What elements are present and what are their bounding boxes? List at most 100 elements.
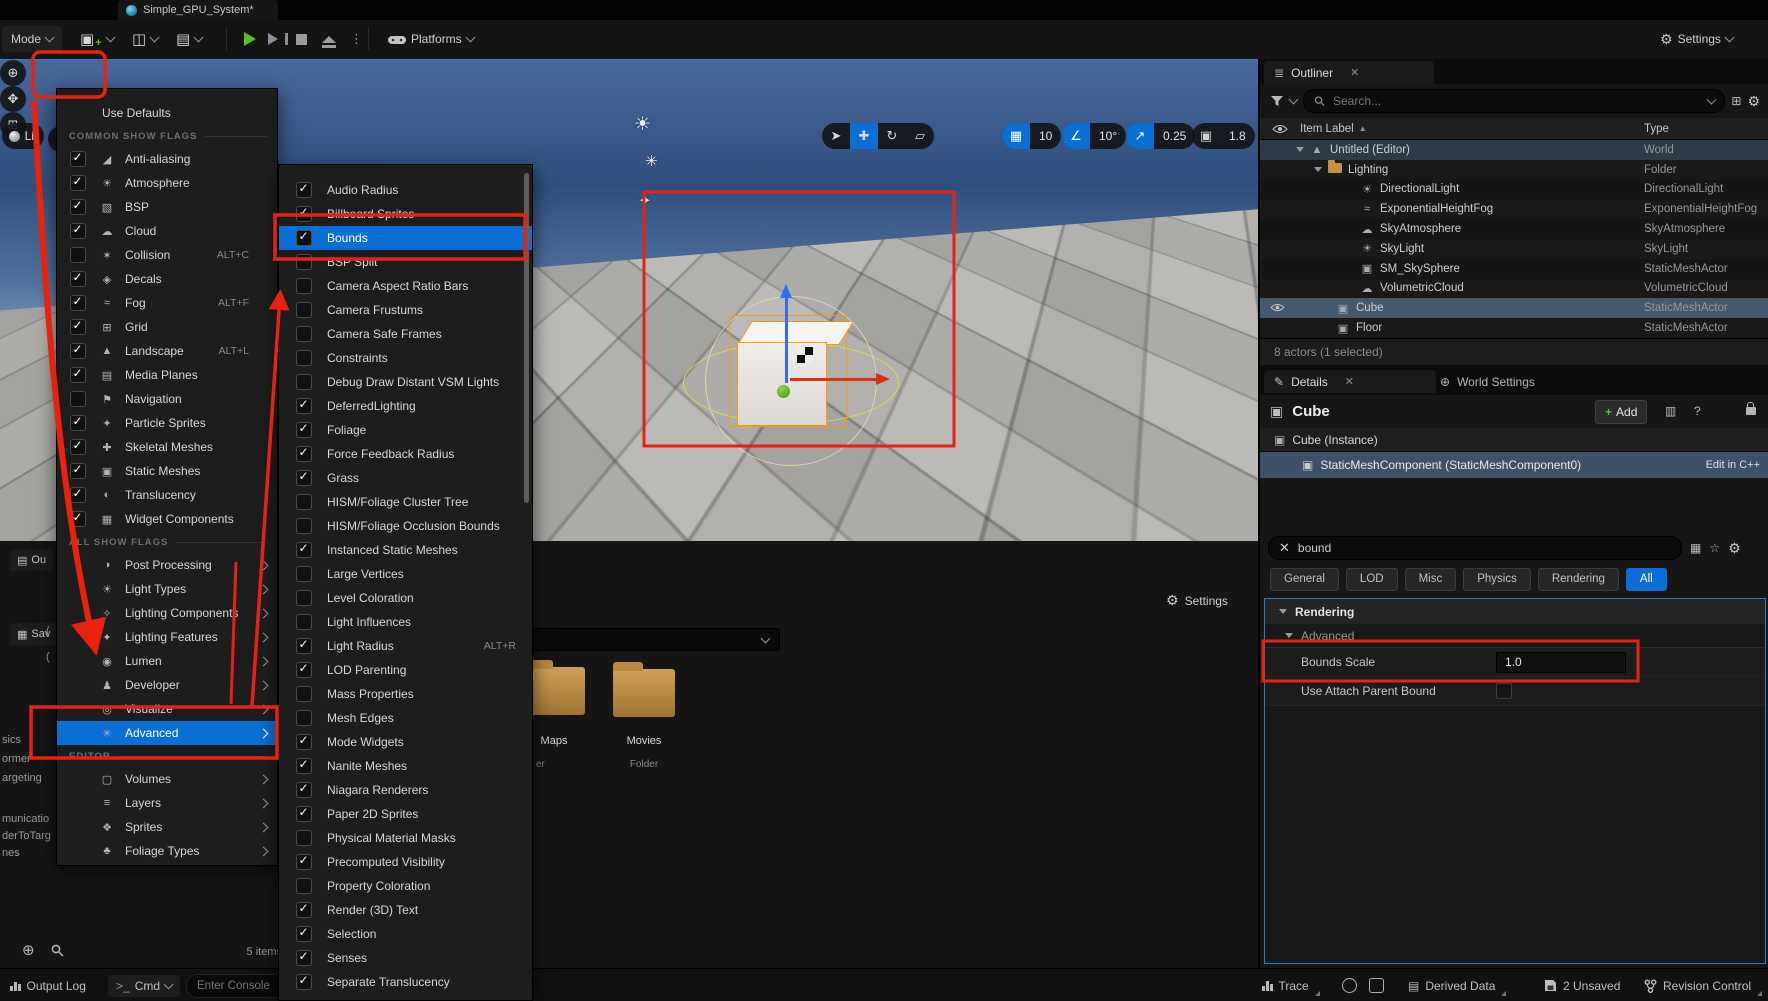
- snapshot-icon[interactable]: [1369, 978, 1384, 993]
- show-flag-category[interactable]: ✳ Advanced: [57, 721, 277, 745]
- show-flag-item[interactable]: ▲ Landscape ALT+L: [57, 339, 277, 363]
- move-tool-button[interactable]: ✚: [850, 123, 878, 149]
- show-flag-item[interactable]: ▧ BSP: [57, 195, 277, 219]
- platforms-dropdown[interactable]: Platforms: [388, 26, 474, 52]
- outliner-row[interactable]: ☀ DirectionalLight DirectionalLight: [1260, 180, 1768, 200]
- checkbox[interactable]: [70, 271, 86, 287]
- scale-snap-control[interactable]: ↗ 0.25: [1126, 123, 1195, 149]
- checkbox[interactable]: [70, 319, 86, 335]
- checkbox[interactable]: [296, 806, 312, 822]
- show-flag-category[interactable]: ♣ Foliage Types: [57, 839, 277, 863]
- rotate-tool-button[interactable]: ↻: [878, 123, 906, 149]
- checkbox[interactable]: [70, 487, 86, 503]
- checkbox[interactable]: [296, 206, 312, 222]
- show-flag-category[interactable]: ✦ Lighting Features: [57, 625, 277, 649]
- frame-skip-button[interactable]: [268, 26, 288, 52]
- rotation-snap-control[interactable]: ∠ 10°: [1062, 123, 1126, 149]
- level-tab[interactable]: Simple_GPU_System*: [118, 0, 278, 20]
- show-flag-item[interactable]: ≈ Fog ALT+F: [57, 291, 277, 315]
- advanced-flag-item[interactable]: Bounds: [279, 226, 532, 250]
- rendering-section-header[interactable]: Rendering: [1265, 599, 1765, 624]
- filter-tab[interactable]: General: [1270, 568, 1339, 591]
- select-tool-button[interactable]: ➤: [822, 123, 850, 149]
- checkbox[interactable]: [296, 950, 312, 966]
- advanced-flag-item[interactable]: Nanite Meshes: [279, 754, 532, 778]
- advanced-flag-item[interactable]: Camera Frustums: [279, 298, 532, 322]
- checkbox[interactable]: [296, 446, 312, 462]
- checkbox[interactable]: [296, 686, 312, 702]
- filter-tab[interactable]: Physics: [1463, 568, 1531, 591]
- checkbox[interactable]: [296, 470, 312, 486]
- attach-parent-bound-checkbox[interactable]: [1496, 683, 1512, 699]
- show-flag-item[interactable]: ☁ Cloud: [57, 219, 277, 243]
- checkbox[interactable]: [70, 199, 86, 215]
- advanced-flag-item[interactable]: Level Coloration: [279, 586, 532, 610]
- show-flag-category[interactable]: ◉ Lumen: [57, 649, 277, 673]
- stop-button[interactable]: [296, 26, 307, 52]
- advanced-flag-item[interactable]: Instanced Static Meshes: [279, 538, 532, 562]
- advanced-flag-item[interactable]: Senses: [279, 946, 532, 970]
- show-flag-item[interactable]: ✶ Collision ALT+C: [57, 243, 277, 267]
- checkbox[interactable]: [70, 463, 86, 479]
- advanced-flag-item[interactable]: LOD Parenting: [279, 658, 532, 682]
- checkbox[interactable]: [296, 374, 312, 390]
- outliner-row[interactable]: ☁ SkyAtmosphere SkyAtmosphere: [1260, 219, 1768, 239]
- settings-dropdown[interactable]: ⚙ Settings: [1660, 26, 1733, 52]
- advanced-flag-item[interactable]: Render (3D) Text: [279, 898, 532, 922]
- advanced-flag-item[interactable]: DeferredLighting: [279, 394, 532, 418]
- cmd-dropdown[interactable]: >_ Cmd: [108, 969, 180, 1001]
- outliner-row[interactable]: ☁ VolumetricCloud VolumetricCloud: [1260, 279, 1768, 299]
- show-flag-category[interactable]: ▢ Volumes: [57, 767, 277, 791]
- checkbox[interactable]: [296, 758, 312, 774]
- advanced-flag-item[interactable]: Mesh Edges: [279, 706, 532, 730]
- gear-icon[interactable]: ⚙: [1728, 540, 1741, 557]
- checkbox[interactable]: [296, 926, 312, 942]
- expand-arrow-icon[interactable]: [1314, 167, 1322, 172]
- advanced-flag-item[interactable]: HISM/Foliage Occlusion Bounds: [279, 514, 532, 538]
- advanced-flag-item[interactable]: Camera Safe Frames: [279, 322, 532, 346]
- checkbox[interactable]: [296, 782, 312, 798]
- checkbox[interactable]: [296, 638, 312, 654]
- tab-details[interactable]: ✎ Details ✕: [1264, 370, 1436, 393]
- show-flag-item[interactable]: ✦ Particle Sprites: [57, 411, 277, 435]
- advanced-flag-item[interactable]: Light Radius ALT+R: [279, 634, 532, 658]
- checkbox[interactable]: [70, 439, 86, 455]
- advanced-flag-item[interactable]: Light Influences: [279, 610, 532, 634]
- unsaved-button[interactable]: 2 Unsaved: [1544, 969, 1620, 1001]
- outliner-row[interactable]: ▣ Cube StaticMeshActor: [1260, 298, 1768, 318]
- checkbox[interactable]: [296, 542, 312, 558]
- advanced-flag-item[interactable]: Physical Material Masks: [279, 826, 532, 850]
- advanced-flag-item[interactable]: Audio Radius: [279, 178, 532, 202]
- mode-dropdown[interactable]: Mode: [2, 26, 62, 52]
- checkbox[interactable]: [296, 278, 312, 294]
- advanced-flag-item[interactable]: Large Vertices: [279, 562, 532, 586]
- filter-icon[interactable]: [1270, 95, 1284, 107]
- advanced-flag-item[interactable]: Mass Properties: [279, 682, 532, 706]
- outliner-row[interactable]: ▲ Untitled (Editor) World: [1260, 140, 1768, 160]
- cinematics-button[interactable]: ▤: [176, 26, 202, 52]
- checkbox[interactable]: [296, 902, 312, 918]
- add-actor-button[interactable]: ▣+: [80, 26, 114, 52]
- chevron-down-icon[interactable]: [1289, 95, 1299, 105]
- gizmo-pivot-sphere[interactable]: [777, 385, 790, 398]
- scrollbar[interactable]: [524, 173, 529, 503]
- use-defaults-item[interactable]: Use Defaults: [57, 101, 277, 125]
- directional-light-sprite-icon[interactable]: ☀: [634, 113, 651, 136]
- advanced-flag-item[interactable]: Selection: [279, 922, 532, 946]
- camera-speed-value[interactable]: 1.8: [1220, 123, 1255, 149]
- add-component-button[interactable]: + Add: [1595, 400, 1647, 424]
- show-flag-category[interactable]: ◑ Post Processing: [57, 553, 277, 577]
- close-icon[interactable]: ✕: [1350, 66, 1359, 79]
- close-icon[interactable]: ✕: [1345, 375, 1354, 388]
- play-button[interactable]: [244, 26, 256, 52]
- checkbox[interactable]: [70, 391, 86, 407]
- advanced-flag-item[interactable]: Niagara Renderers: [279, 778, 532, 802]
- filter-tab[interactable]: Misc: [1405, 568, 1457, 591]
- selected-cube[interactable]: [737, 342, 827, 426]
- chevron-down-icon[interactable]: [1706, 95, 1716, 105]
- show-flag-item[interactable]: ▤ Media Planes: [57, 363, 277, 387]
- advanced-flag-item[interactable]: Debug Draw Distant VSM Lights: [279, 370, 532, 394]
- gizmo-plane-handle[interactable]: [797, 347, 813, 363]
- blueprints-button[interactable]: ◫: [132, 26, 158, 52]
- checkbox[interactable]: [296, 734, 312, 750]
